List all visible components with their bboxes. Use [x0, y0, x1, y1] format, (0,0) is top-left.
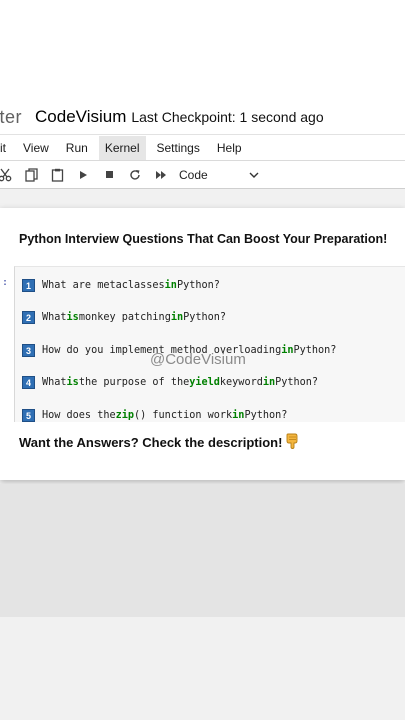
- number-badge: 3: [22, 344, 35, 357]
- notebook-content: Python Interview Questions That Can Boos…: [0, 208, 405, 480]
- keyword: zip: [115, 410, 135, 421]
- menu-bar: it View Run Kernel Settings Help: [0, 135, 405, 161]
- keyword: in: [262, 377, 276, 388]
- cell-prompt: :: [2, 277, 9, 288]
- title-bar: yter CodeVisium Last Checkpoint: 1 secon…: [0, 100, 405, 135]
- menu-view[interactable]: View: [17, 136, 55, 160]
- question-line: 4 What is the purpose of the yield keywo…: [22, 376, 318, 389]
- code-cell[interactable]: 1 What are metaclasses in Python? 2 What…: [14, 266, 405, 422]
- cell-type-value: Code: [179, 167, 208, 182]
- markdown-footer: Want the Answers? Check the description!: [19, 433, 299, 452]
- menu-settings[interactable]: Settings: [151, 136, 206, 160]
- keyword: in: [164, 280, 177, 291]
- checkpoint-status: Last Checkpoint: 1 second ago: [131, 109, 324, 125]
- menu-edit[interactable]: it: [0, 136, 12, 160]
- number-badge: 2: [22, 311, 35, 324]
- menu-run[interactable]: Run: [60, 136, 94, 160]
- keyword: yield: [189, 377, 220, 388]
- number-badge: 4: [22, 376, 35, 389]
- keyword: is: [66, 312, 79, 323]
- keyword: in: [232, 410, 245, 421]
- code-text: What are metaclasses: [42, 280, 165, 291]
- code-text: Python?: [244, 410, 288, 421]
- code-text: What: [42, 377, 67, 388]
- code-text: () function work: [134, 410, 233, 421]
- copy-icon[interactable]: [18, 162, 44, 188]
- cell-type-select[interactable]: Code: [179, 168, 259, 182]
- question-line: 5 How does the zip() function work in Py…: [22, 409, 287, 422]
- cut-icon[interactable]: [0, 162, 18, 188]
- code-text: keyword: [219, 377, 263, 388]
- keyword: in: [170, 312, 184, 323]
- number-badge: 1: [22, 279, 35, 292]
- code-text: Python?: [176, 280, 220, 291]
- code-text: Python?: [275, 377, 319, 388]
- keyword: is: [66, 377, 79, 388]
- keyword: in: [281, 345, 294, 356]
- code-text: Python?: [183, 312, 227, 323]
- restart-icon[interactable]: [122, 162, 148, 188]
- menu-help[interactable]: Help: [211, 136, 248, 160]
- code-text: What: [42, 312, 67, 323]
- notebook-toolbar: Code: [0, 161, 405, 189]
- number-badge: 5: [22, 409, 35, 422]
- footer-text: Want the Answers? Check the description!: [19, 435, 283, 450]
- watermark: @CodeVisium: [150, 351, 246, 368]
- code-text: monkey patching: [78, 312, 171, 323]
- chevron-down-icon: [249, 168, 259, 182]
- code-text: Python?: [293, 345, 337, 356]
- top-blank-area: [0, 0, 405, 100]
- fast-forward-icon[interactable]: [148, 162, 174, 188]
- pointing-down-hand-icon: [286, 433, 299, 452]
- jupyter-logo[interactable]: yter: [0, 107, 22, 128]
- menu-kernel[interactable]: Kernel: [98, 135, 146, 160]
- question-line: 1 What are metaclasses in Python?: [22, 279, 220, 292]
- code-text: the purpose of the: [78, 377, 190, 388]
- run-icon[interactable]: [70, 162, 96, 188]
- markdown-heading: Python Interview Questions That Can Boos…: [19, 232, 388, 246]
- paste-icon[interactable]: [44, 162, 70, 188]
- question-line: 2 What is monkey patching in Python?: [22, 311, 226, 324]
- background-panel: [0, 484, 405, 617]
- code-text: How does the: [42, 410, 116, 421]
- stop-icon[interactable]: [96, 162, 122, 188]
- notebook-name[interactable]: CodeVisium: [35, 107, 126, 127]
